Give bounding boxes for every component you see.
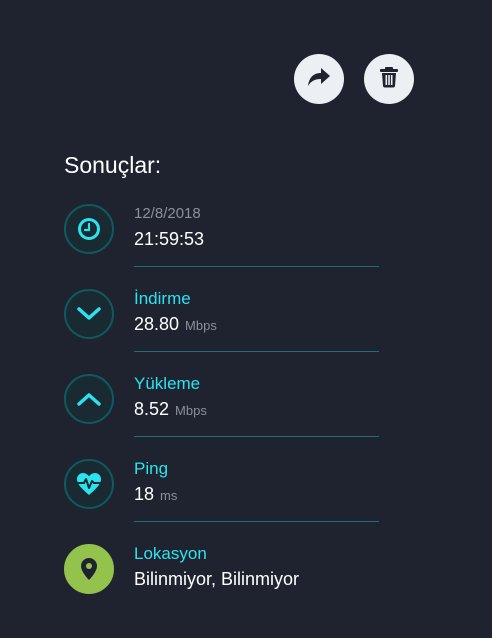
divider [134,351,379,352]
download-value: 28.80 [134,314,180,334]
download-label: İndirme [134,289,191,308]
ping-value: 18 [134,484,155,504]
result-date: 12/8/2018 [134,205,201,222]
upload-value: 8.52 [134,399,170,419]
ping-label: Ping [134,459,169,478]
location-value: Bilinmiyor, Bilinmiyor [134,569,300,589]
download-unit: Mbps [185,318,217,333]
delete-button[interactable] [364,54,414,104]
chevron-down-icon [64,289,114,339]
trash-icon [379,66,399,93]
divider [134,436,379,437]
download-row: İndirme 28.80 Mbps [64,289,379,359]
results-title: Sonuçlar: [64,152,162,178]
clock-icon [64,204,114,254]
location-pin-icon [64,544,114,594]
chevron-up-icon [64,374,114,424]
divider [134,266,379,267]
location-row: Lokasyon Bilinmiyor, Bilinmiyor [64,544,379,614]
ping-unit: ms [160,488,178,503]
result-time: 21:59:53 [134,229,205,249]
heartbeat-icon [64,459,114,509]
upload-row: Yükleme 8.52 Mbps [64,374,379,444]
share-button[interactable] [294,54,344,104]
upload-label: Yükleme [134,374,201,393]
upload-unit: Mbps [175,403,207,418]
share-arrow-icon [306,66,332,93]
divider [134,521,379,522]
time-row: 12/8/2018 21:59:53 [64,204,379,274]
ping-row: Ping 18 ms [64,459,379,529]
location-label: Lokasyon [134,544,207,563]
